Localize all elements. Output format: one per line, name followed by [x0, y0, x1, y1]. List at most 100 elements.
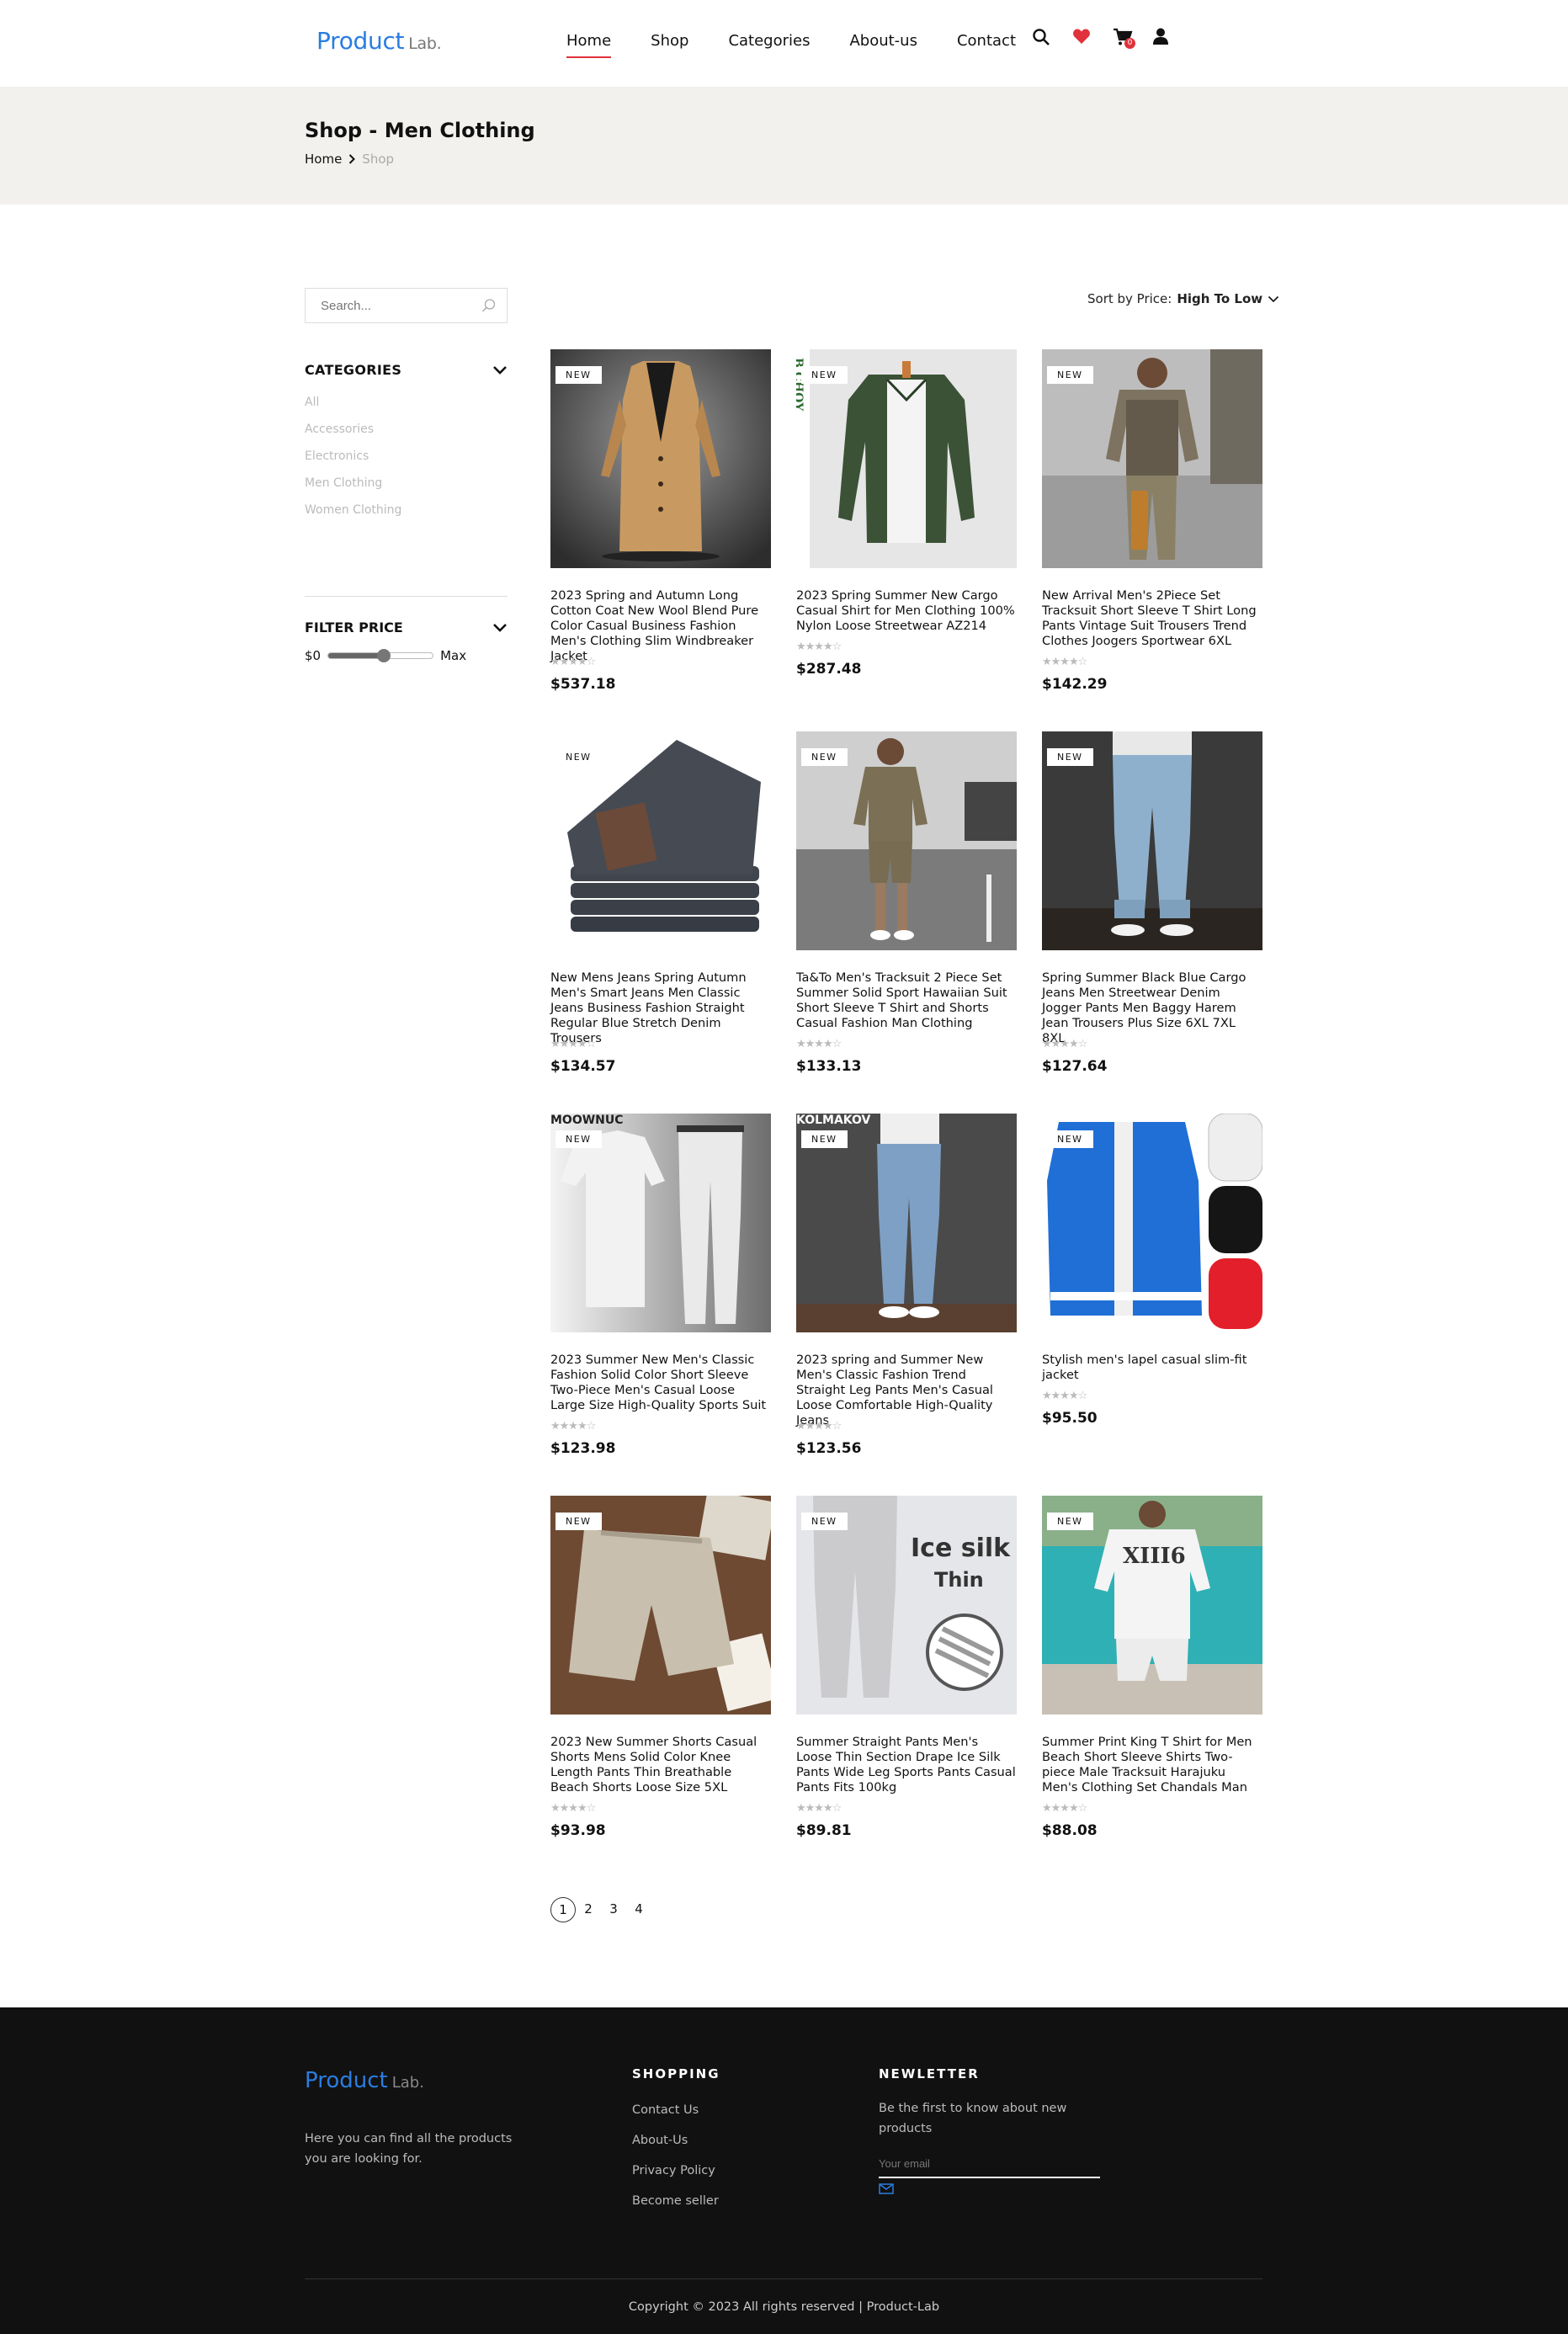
chevron-down-icon[interactable] [492, 365, 508, 375]
chevron-down-icon[interactable] [492, 623, 508, 633]
product-image[interactable]: NEW [550, 731, 771, 950]
rating-stars: ★★★★☆ [1042, 656, 1087, 668]
footer-newsletter: NEWLETTER Be the first to know about new… [879, 2066, 1100, 2198]
product-image[interactable]: NEW [1042, 731, 1262, 950]
product-image[interactable]: Ice silk Thin NEW [796, 1496, 1017, 1715]
chevron-right-icon [349, 154, 356, 164]
image-subheading-text: Thin [934, 1568, 984, 1592]
product-title[interactable]: Ta&To Men's Tracksuit 2 Piece Set Summer… [796, 970, 1017, 1031]
footer-newsletter-text: Be the first to know about new products [879, 2102, 1067, 2135]
footer-brand-name: Product [305, 2068, 388, 2093]
nav-categories[interactable]: Categories [728, 32, 810, 50]
rating-stars: ★★★★☆ [796, 641, 842, 653]
product-image[interactable]: KOLMAKOV NEW [796, 1114, 1017, 1332]
new-badge: NEW [1047, 1130, 1093, 1148]
page-1-button[interactable]: 1 [550, 1897, 576, 1922]
product-image[interactable]: MOOWNUC NEW [550, 1114, 771, 1332]
product-image[interactable]: XIII6 NEW [1042, 1496, 1262, 1715]
search-input[interactable] [321, 299, 472, 313]
product-image[interactable]: NEW [1042, 349, 1262, 568]
nav-contact[interactable]: Contact [957, 32, 1016, 50]
product-image[interactable]: NEW [550, 349, 771, 568]
product-title[interactable]: Summer Straight Pants Men's Loose Thin S… [796, 1735, 1017, 1795]
image-heading-text: Ice silk [911, 1534, 1011, 1563]
product-title[interactable]: Spring Summer Black Blue Cargo Jeans Men… [1042, 970, 1262, 1046]
breadcrumb-home[interactable]: Home [305, 152, 342, 167]
footer-link-about-us[interactable]: About-Us [632, 2134, 720, 2164]
product-title[interactable]: 2023 New Summer Shorts Casual Shorts Men… [550, 1735, 771, 1795]
page-4-button[interactable]: 4 [626, 1897, 651, 1922]
image-brand-text: KOLMAKOV [796, 1114, 871, 1127]
category-item-men-clothing[interactable]: Men Clothing [305, 476, 401, 503]
rating-stars: ★★★★☆ [1042, 1390, 1087, 1402]
cart-icon[interactable]: 0 [1113, 28, 1153, 53]
footer-link-contact-us[interactable]: Contact Us [632, 2103, 720, 2134]
product-price: $142.29 [1042, 676, 1108, 693]
product-price: $134.57 [550, 1058, 616, 1075]
product-price: $89.81 [796, 1822, 852, 1839]
product-title[interactable]: New Mens Jeans Spring Autumn Men's Smart… [550, 970, 771, 1046]
price-slider-handle[interactable] [377, 649, 391, 662]
envelope-icon[interactable] [879, 2182, 1100, 2198]
product-image[interactable]: NEW [550, 1496, 771, 1715]
category-item-accessories[interactable]: Accessories [305, 423, 401, 449]
footer-logo[interactable]: Product Lab. [305, 2068, 424, 2093]
new-badge: NEW [1047, 748, 1093, 766]
sort-control[interactable]: Sort by Price: High To Low [1087, 291, 1279, 306]
nav-home[interactable]: Home [566, 32, 612, 58]
footer-link-become-seller[interactable]: Become seller [632, 2194, 720, 2225]
new-badge: NEW [555, 366, 602, 384]
price-slider[interactable] [327, 649, 434, 662]
new-badge: NEW [801, 1130, 848, 1148]
newsletter-email-input[interactable] [879, 2157, 1100, 2178]
product-title[interactable]: 2023 Summer New Men's Classic Fashion So… [550, 1353, 771, 1413]
categories-header[interactable]: CATEGORIES [305, 362, 508, 378]
product-price: $133.13 [796, 1058, 862, 1075]
heart-icon[interactable] [1072, 28, 1113, 53]
category-item-women-clothing[interactable]: Women Clothing [305, 503, 401, 530]
main-nav: Home Shop Categories About-us Contact [566, 32, 1055, 58]
nav-shop[interactable]: Shop [651, 32, 688, 50]
search-icon[interactable] [481, 298, 497, 316]
footer-link-privacy-policy[interactable]: Privacy Policy [632, 2164, 720, 2194]
category-list: All Accessories Electronics Men Clothing… [305, 396, 401, 530]
category-item-electronics[interactable]: Electronics [305, 449, 401, 476]
image-print-text: XIII6 [1123, 1544, 1186, 1569]
cart-count-badge: 0 [1124, 38, 1135, 49]
search-icon[interactable] [1032, 28, 1072, 53]
user-icon[interactable] [1153, 28, 1193, 53]
product-title[interactable]: New Arrival Men's 2Piece Set Tracksuit S… [1042, 588, 1262, 649]
rating-stars: ★★★★☆ [550, 656, 596, 668]
brand-name: Product [316, 27, 405, 55]
search-box [305, 288, 508, 323]
product-title[interactable]: 2023 Spring and Autumn Long Cotton Coat … [550, 588, 771, 664]
rating-stars: ★★★★☆ [796, 1802, 842, 1815]
page-3-button[interactable]: 3 [601, 1897, 626, 1922]
footer-description: Here you can find all the products you a… [305, 2132, 513, 2166]
categories-title: CATEGORIES [305, 362, 402, 378]
product-title[interactable]: Stylish men's lapel casual slim-fit jack… [1042, 1353, 1262, 1383]
product-title[interactable]: 2023 spring and Summer New Men's Classic… [796, 1353, 1017, 1428]
filter-price-header[interactable]: FILTER PRICE [305, 619, 508, 635]
brand-logo[interactable]: Product Lab. [316, 27, 442, 55]
breadcrumb-current: Shop [362, 152, 395, 167]
breadcrumb: Home Shop [305, 152, 394, 167]
filter-price-title: FILTER PRICE [305, 619, 403, 635]
product-price: $95.50 [1042, 1410, 1098, 1427]
page-banner: Shop - Men Clothing Home Shop [0, 87, 1568, 205]
product-image[interactable]: NEW [796, 731, 1017, 950]
page-2-button[interactable]: 2 [576, 1897, 601, 1922]
sort-value: High To Low [1177, 291, 1263, 306]
header: Product Lab. Home Shop Categories About-u… [0, 0, 1568, 87]
rating-stars: ★★★★☆ [550, 1420, 596, 1433]
image-brand-text: MOOWNUC [550, 1114, 624, 1127]
category-item-all[interactable]: All [305, 396, 401, 423]
new-badge: NEW [801, 1513, 848, 1530]
nav-about-us[interactable]: About-us [849, 32, 917, 50]
product-image[interactable]: NEW [1042, 1114, 1262, 1332]
product-image[interactable]: B CHOY NEW [796, 349, 1017, 568]
product-title[interactable]: Summer Print King T Shirt for Men Beach … [1042, 1735, 1262, 1795]
new-badge: NEW [801, 366, 848, 384]
new-badge: NEW [555, 1130, 602, 1148]
product-title[interactable]: 2023 Spring Summer New Cargo Casual Shir… [796, 588, 1017, 634]
